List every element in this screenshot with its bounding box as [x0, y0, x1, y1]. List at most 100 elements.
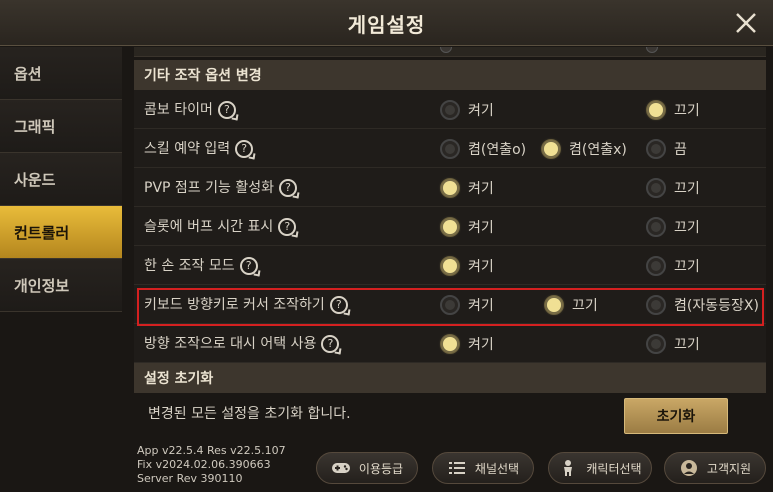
radio-icon — [646, 256, 666, 276]
sidebar-item-privacy[interactable]: 개인정보 — [0, 259, 122, 312]
version-fix: Fix v2024.02.06.390663 — [137, 458, 271, 471]
radio-selected-icon — [544, 295, 564, 315]
radio-option-off[interactable]: 끄기 — [646, 333, 700, 355]
scrolled-row-remnant — [134, 47, 766, 57]
help-icon[interactable]: ? — [239, 257, 258, 275]
radio-option-on-no-effect[interactable]: 켬(연출x) — [541, 138, 627, 160]
header-bar: 게임설정 — [0, 0, 773, 46]
option-label: 켜기 — [468, 181, 494, 197]
page-title: 게임설정 — [347, 13, 426, 37]
radio-option-off[interactable]: 끄기 — [646, 177, 700, 199]
radio-option-off[interactable]: 끄기 — [646, 255, 700, 277]
help-icon[interactable]: ? — [217, 101, 236, 119]
radio-option-off[interactable]: 끄기 — [646, 216, 700, 238]
bottom-button-label: 캐릭터선택 — [586, 461, 642, 476]
customer-support-button[interactable]: 고객지원 — [664, 452, 766, 484]
settings-panel: 기타 조작 옵션 변경 콤보 타이머? 켜기 끄기 스킬 예약 입력? 켬(연출… — [134, 47, 766, 439]
sidebar-item-label: 개인정보 — [14, 276, 70, 295]
sidebar-item-sound[interactable]: 사운드 — [0, 153, 122, 206]
radio-icon — [440, 139, 460, 159]
option-label: 끔 — [674, 142, 687, 158]
help-icon[interactable]: ? — [321, 335, 340, 353]
radio-icon — [646, 217, 666, 237]
radio-selected-icon — [440, 334, 460, 354]
setting-row-combo-timer: 콤보 타이머? 켜기 끄기 — [134, 90, 766, 129]
radio-option-on-effect[interactable]: 켬(연출o) — [440, 138, 526, 160]
list-icon — [447, 459, 467, 477]
radio-selected-icon — [440, 217, 460, 237]
sidebar-item-controller[interactable]: 컨트롤러 — [0, 206, 122, 259]
radio-option-on[interactable]: 켜기 — [440, 333, 494, 355]
radio-selected-icon — [440, 256, 460, 276]
radio-option-on[interactable]: 켜기 — [440, 177, 494, 199]
version-app: App v22.5.4 Res v22.5.107 — [137, 444, 286, 457]
radio-icon — [440, 100, 460, 120]
setting-row-keyboard-cursor: 키보드 방향키로 커서 조작하기? 켜기 끄기 켬(자동등장X) — [134, 285, 766, 324]
option-label: 켬(연출x) — [569, 142, 627, 158]
option-label: 켜기 — [468, 220, 494, 236]
radio-remnant — [646, 47, 658, 53]
setting-row-slot-buff-time: 슬롯에 버프 시간 표시? 켜기 끄기 — [134, 207, 766, 246]
radio-selected-icon — [440, 178, 460, 198]
setting-row-pvp-jump: PVP 점프 기능 활성화? 켜기 끄기 — [134, 168, 766, 207]
radio-selected-icon — [646, 100, 666, 120]
option-label: 끄기 — [674, 181, 700, 197]
reset-description: 변경된 모든 설정을 초기화 합니다. — [148, 406, 351, 422]
character-select-button[interactable]: 캐릭터선택 — [548, 452, 652, 484]
character-icon — [558, 459, 578, 477]
setting-label: PVP 점프 기능 활성화 — [144, 180, 274, 196]
radio-icon — [646, 295, 666, 315]
close-button[interactable] — [731, 8, 761, 38]
radio-option-off[interactable]: 끔 — [646, 138, 687, 160]
sidebar-item-label: 사운드 — [14, 170, 56, 189]
radio-icon — [646, 334, 666, 354]
radio-icon — [440, 295, 460, 315]
version-server: Server Rev 390110 — [137, 472, 243, 485]
channel-select-button[interactable]: 채널선택 — [432, 452, 534, 484]
section-header-other-controls: 기타 조작 옵션 변경 — [134, 60, 766, 90]
option-label: 켬(자동등장X) — [674, 298, 759, 314]
option-label: 켜기 — [468, 259, 494, 275]
radio-option-on[interactable]: 켜기 — [440, 255, 494, 277]
option-label: 끄기 — [674, 103, 700, 119]
radio-selected-icon — [541, 139, 561, 159]
option-label: 켜기 — [468, 298, 494, 314]
help-icon[interactable]: ? — [278, 218, 297, 236]
radio-option-off[interactable]: 끄기 — [544, 294, 598, 316]
setting-row-one-hand-mode: 한 손 조작 모드? 켜기 끄기 — [134, 246, 766, 285]
option-label: 끄기 — [674, 337, 700, 353]
sidebar-item-options[interactable]: 옵션 — [0, 47, 122, 100]
help-icon[interactable]: ? — [329, 296, 348, 314]
gamepad-icon — [331, 459, 351, 477]
option-label: 켬(연출o) — [468, 142, 527, 158]
setting-label: 스킬 예약 입력 — [144, 141, 231, 157]
close-icon — [736, 13, 756, 33]
setting-label: 콤보 타이머 — [144, 102, 213, 118]
rating-button[interactable]: 이용등급 — [316, 452, 418, 484]
radio-option-on[interactable]: 켜기 — [440, 216, 494, 238]
radio-icon — [646, 178, 666, 198]
support-icon — [679, 459, 699, 477]
bottom-button-label: 고객지원 — [706, 461, 752, 476]
bottom-button-label: 채널선택 — [474, 461, 520, 476]
help-icon[interactable]: ? — [235, 140, 254, 158]
radio-option-on[interactable]: 켜기 — [440, 294, 494, 316]
section-header-reset: 설정 초기화 — [134, 363, 766, 393]
sidebar-item-graphics[interactable]: 그래픽 — [0, 100, 122, 153]
help-icon[interactable]: ? — [278, 179, 297, 197]
setting-row-dash-attack: 방향 조작으로 대시 어택 사용? 켜기 끄기 — [134, 324, 766, 363]
radio-remnant — [440, 47, 452, 53]
setting-row-skill-reservation: 스킬 예약 입력? 켬(연출o) 켬(연출x) 끔 — [134, 129, 766, 168]
radio-icon — [646, 139, 666, 159]
radio-option-on[interactable]: 켜기 — [440, 99, 494, 121]
option-label: 켜기 — [468, 337, 494, 353]
reset-button[interactable]: 초기화 — [624, 398, 728, 434]
sidebar-item-label: 옵션 — [14, 64, 42, 83]
option-label: 끄기 — [572, 298, 598, 314]
setting-label: 한 손 조작 모드 — [144, 258, 235, 274]
radio-option-on-auto-off[interactable]: 켬(자동등장X) — [646, 294, 759, 316]
option-label: 끄기 — [674, 220, 700, 236]
radio-option-off[interactable]: 끄기 — [646, 99, 700, 121]
version-info: App v22.5.4 Res v22.5.107 Fix v2024.02.0… — [137, 444, 286, 486]
setting-label: 슬롯에 버프 시간 표시 — [144, 219, 274, 235]
